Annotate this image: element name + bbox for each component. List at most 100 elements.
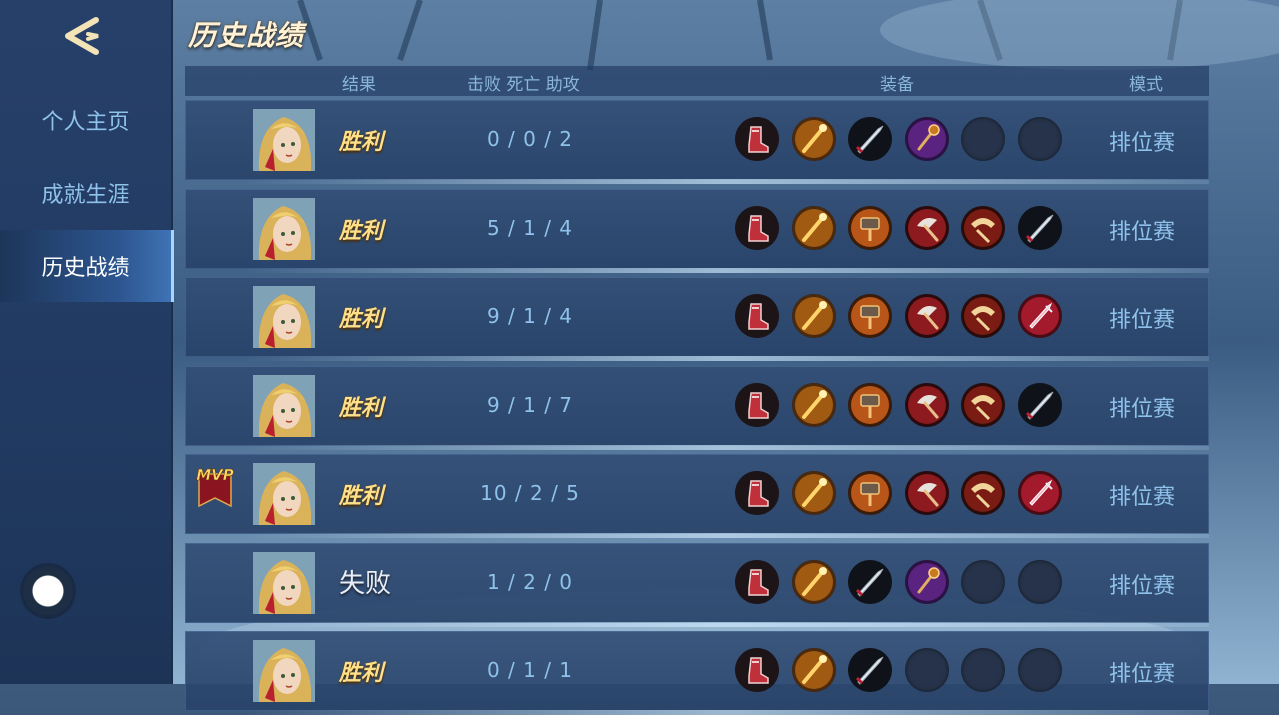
kda-stats: 10 / 2 / 5 xyxy=(480,481,580,505)
boots-icon[interactable] xyxy=(735,117,779,161)
sidebar-item-label: 历史战绩 xyxy=(41,256,130,281)
hero-avatar xyxy=(253,198,315,260)
crest-icon[interactable] xyxy=(961,471,1005,515)
axe-icon[interactable] xyxy=(904,294,949,338)
axe-icon[interactable] xyxy=(904,383,949,427)
sidebar-item-label: 个人主页 xyxy=(41,110,130,135)
boots-icon[interactable] xyxy=(735,560,779,604)
staff-icon[interactable] xyxy=(791,294,836,338)
crest-icon[interactable] xyxy=(961,383,1005,427)
match-mode: 排位赛 xyxy=(1109,397,1176,422)
hero-avatar xyxy=(253,109,315,171)
row-divider xyxy=(245,268,1209,273)
staff-icon[interactable] xyxy=(791,383,836,427)
table-row[interactable]: 胜利 5 / 1 / 4 排位赛 xyxy=(185,189,1209,273)
empty-item-slot xyxy=(961,560,1005,604)
floating-assistive-button[interactable] xyxy=(20,563,76,619)
sword-icon[interactable] xyxy=(1017,383,1062,427)
hero-avatar xyxy=(253,463,315,525)
row-divider xyxy=(245,710,1209,715)
row-divider xyxy=(245,622,1209,627)
header-result: 结果 xyxy=(342,75,376,95)
table-row[interactable]: 胜利 0 / 0 / 2 排位赛 xyxy=(185,100,1209,184)
sword-icon[interactable] xyxy=(1017,206,1062,250)
sidebar-item-label: 成就生涯 xyxy=(41,183,130,208)
sidebar-item-profile[interactable]: 个人主页 xyxy=(0,84,171,156)
sidebar-item-history[interactable]: 历史战绩 xyxy=(0,230,174,302)
axe-icon[interactable] xyxy=(904,471,949,515)
empty-item-slot xyxy=(961,117,1005,161)
kda-stats: 5 / 1 / 4 xyxy=(486,216,574,240)
chevron-left-icon xyxy=(65,17,99,55)
hero-avatar xyxy=(253,286,315,348)
back-button[interactable] xyxy=(58,14,110,58)
staff-icon[interactable] xyxy=(791,560,836,604)
empty-item-slot xyxy=(961,648,1005,692)
table-row[interactable]: MVP 胜利 10 / 2 / 5 排位赛 xyxy=(185,454,1209,538)
hammer-icon[interactable] xyxy=(848,471,892,515)
match-result: 胜利 xyxy=(339,661,384,686)
table-row[interactable]: 胜利 9 / 1 / 7 排位赛 xyxy=(185,366,1209,450)
boots-icon[interactable] xyxy=(735,294,779,338)
hammer-icon[interactable] xyxy=(848,294,892,338)
axe-icon[interactable] xyxy=(904,206,949,250)
hero-avatar xyxy=(253,552,315,614)
hero-avatar xyxy=(253,375,315,437)
match-result: 失败 xyxy=(339,569,392,599)
empty-item-slot xyxy=(1017,560,1062,604)
boots-icon[interactable] xyxy=(735,383,779,427)
match-mode: 排位赛 xyxy=(1109,485,1176,510)
kda-stats: 0 / 1 / 1 xyxy=(486,658,574,682)
boots-icon[interactable] xyxy=(735,648,779,692)
table-row[interactable]: 胜利 0 / 1 / 1 排位赛 xyxy=(185,631,1209,715)
crystal-blade-icon[interactable] xyxy=(1017,294,1062,338)
row-divider xyxy=(245,445,1209,450)
mvp-badge-icon: MVP xyxy=(191,460,239,510)
staff-icon[interactable] xyxy=(791,648,836,692)
match-mode: 排位赛 xyxy=(1109,131,1176,156)
kda-stats: 1 / 2 / 0 xyxy=(486,570,574,594)
match-result: 胜利 xyxy=(339,396,384,421)
staff-icon[interactable] xyxy=(791,471,836,515)
sidebar-item-career[interactable]: 成就生涯 xyxy=(0,157,171,229)
table-row[interactable]: 失败 1 / 2 / 0 排位赛 xyxy=(185,543,1209,627)
hammer-icon[interactable] xyxy=(848,383,892,427)
header-equipment: 装备 xyxy=(880,75,914,95)
match-mode: 排位赛 xyxy=(1109,220,1176,245)
crest-icon[interactable] xyxy=(961,294,1005,338)
boots-icon[interactable] xyxy=(735,471,779,515)
row-divider xyxy=(245,533,1209,538)
kda-stats: 9 / 1 / 4 xyxy=(486,304,574,328)
match-mode: 排位赛 xyxy=(1109,574,1176,599)
match-result: 胜利 xyxy=(339,484,384,509)
match-mode: 排位赛 xyxy=(1109,308,1176,333)
sword-icon[interactable] xyxy=(848,560,892,604)
header-mode: 模式 xyxy=(1129,75,1163,95)
match-result: 胜利 xyxy=(339,130,384,155)
empty-item-slot xyxy=(1017,648,1062,692)
crystal-blade-icon[interactable] xyxy=(1017,471,1062,515)
header-kda: 击败 死亡 助攻 xyxy=(467,75,580,95)
scepter-icon[interactable] xyxy=(904,117,949,161)
sword-icon[interactable] xyxy=(848,648,892,692)
scepter-icon[interactable] xyxy=(904,560,949,604)
page-title: 历史战绩 xyxy=(188,19,305,52)
boots-icon[interactable] xyxy=(735,206,779,250)
staff-icon[interactable] xyxy=(791,206,836,250)
match-result: 胜利 xyxy=(339,219,384,244)
sword-icon[interactable] xyxy=(848,117,892,161)
row-divider xyxy=(245,356,1209,361)
match-mode: 排位赛 xyxy=(1109,662,1176,687)
hero-avatar xyxy=(253,640,315,702)
staff-icon[interactable] xyxy=(791,117,836,161)
row-divider xyxy=(245,179,1209,184)
hammer-icon[interactable] xyxy=(848,206,892,250)
table-row[interactable]: 胜利 9 / 1 / 4 排位赛 xyxy=(185,277,1209,361)
kda-stats: 0 / 0 / 2 xyxy=(486,127,574,151)
match-result: 胜利 xyxy=(339,307,384,332)
table-header: 结果 击败 死亡 助攻 装备 模式 xyxy=(185,66,1209,96)
crest-icon[interactable] xyxy=(961,206,1005,250)
mvp-label: MVP xyxy=(196,466,234,484)
empty-item-slot xyxy=(904,648,949,692)
kda-stats: 9 / 1 / 7 xyxy=(486,393,574,417)
